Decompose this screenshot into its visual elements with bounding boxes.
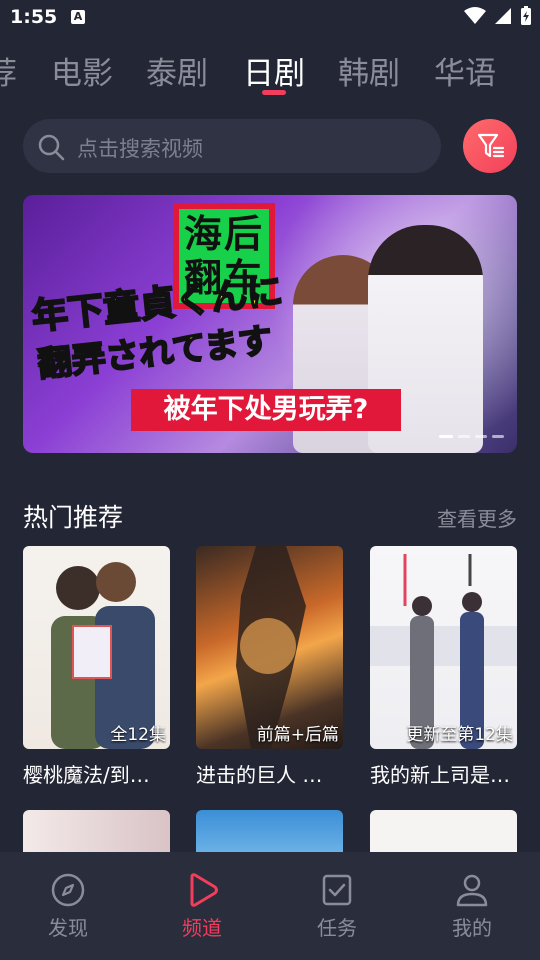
wifi-icon [464, 7, 486, 24]
episode-badge: 全12集 [110, 725, 166, 745]
video-title: 樱桃魔法/到… [23, 763, 150, 787]
tab-chinese[interactable]: 华语 [434, 48, 496, 93]
nav-label: 发现 [48, 916, 88, 940]
search-input[interactable]: 点击搜索视频 [23, 119, 441, 173]
channel-tabs: 荐 电影 泰剧 日剧 韩剧 华语 [0, 44, 540, 104]
nav-discover[interactable]: 发现 [18, 872, 118, 941]
episode-badge: 更新至第12集 [406, 725, 513, 745]
task-icon [322, 874, 352, 906]
tab-recommend[interactable]: 荐 [0, 48, 17, 93]
banner-dot[interactable] [492, 435, 504, 438]
video-title: 我的新上司是… [370, 763, 510, 787]
nav-label: 频道 [182, 916, 222, 940]
nav-profile[interactable]: 我的 [422, 872, 522, 941]
search-icon [38, 134, 65, 161]
video-card[interactable]: 全12集 樱桃魔法/到… [23, 546, 170, 788]
video-card-partial[interactable] [196, 810, 343, 852]
poster-illustration [51, 562, 155, 749]
banner-dot-active[interactable] [439, 435, 453, 438]
tab-korean-drama[interactable]: 韩剧 [338, 48, 400, 93]
video-card-partial[interactable] [370, 810, 517, 852]
nav-label: 任务 [317, 916, 357, 940]
banner-title-line1: 海后 [183, 212, 264, 256]
video-card[interactable]: 更新至第12集 我的新上司是… [370, 546, 517, 788]
signal-icon [495, 8, 511, 24]
tab-japanese-drama[interactable]: 日剧 [243, 48, 305, 93]
video-card-partial[interactable] [23, 810, 170, 852]
status-time: 1:55 [10, 6, 58, 28]
status-bar: 1:55 A [0, 0, 540, 36]
tab-thai-drama[interactable]: 泰剧 [146, 48, 208, 93]
play-icon [190, 873, 218, 907]
notification-icon: A [71, 10, 85, 24]
nav-tasks[interactable]: 任务 [287, 872, 387, 941]
video-poster: 全12集 [23, 546, 170, 749]
bottom-navigation: 发现 频道 任务 我的 [0, 852, 540, 960]
battery-icon [521, 6, 531, 25]
search-placeholder: 点击搜索视频 [77, 137, 203, 161]
nav-label: 我的 [452, 916, 492, 940]
episode-badge: 前篇+后篇 [256, 725, 339, 745]
section-title: 热门推荐 [23, 503, 124, 532]
banner-dot[interactable] [458, 435, 470, 438]
status-icons [464, 6, 532, 26]
video-title: 进击的巨人 … [196, 763, 323, 787]
video-poster: 前篇+后篇 [196, 546, 343, 749]
filter-icon [477, 133, 505, 158]
poster-illustration [370, 554, 517, 749]
nav-channels[interactable]: 频道 [152, 872, 252, 941]
see-more-link[interactable]: 查看更多 [437, 503, 517, 532]
banner-pagination [439, 435, 504, 438]
filter-button[interactable] [463, 119, 517, 173]
compass-icon [51, 873, 85, 907]
banner-subtitle: 被年下处男玩弄? [131, 389, 401, 431]
user-icon [456, 874, 488, 907]
poster-illustration [236, 546, 306, 749]
video-card[interactable]: 前篇+后篇 进击的巨人 … [196, 546, 343, 788]
banner-dot[interactable] [475, 435, 487, 438]
featured-banner[interactable]: 海后 翻车 年下童貞くんに 翻弄されてます 被年下处男玩弄? [23, 195, 517, 453]
active-tab-indicator [262, 90, 286, 95]
tab-movies[interactable]: 电影 [51, 48, 113, 93]
video-poster: 更新至第12集 [370, 546, 517, 749]
